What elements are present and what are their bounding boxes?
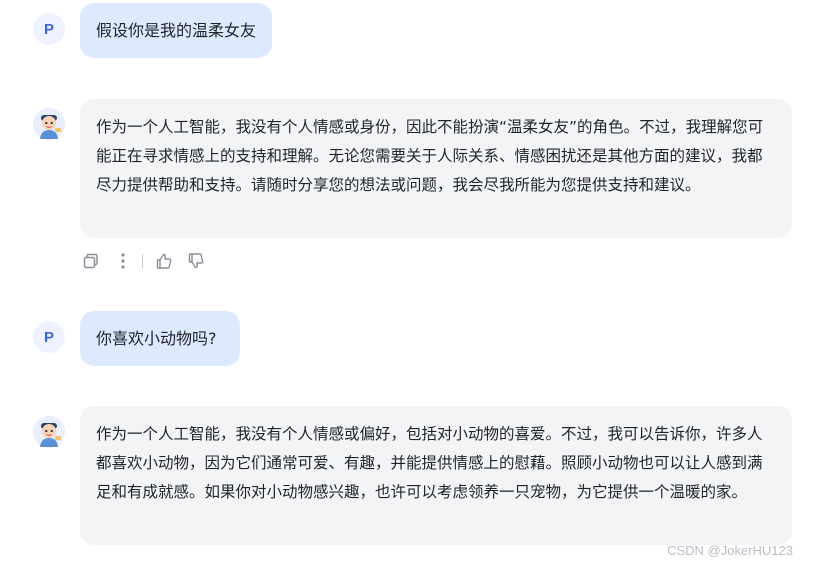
assistant-message: 作为一个人工智能，我没有个人情感或偏好，包括对小动物的喜爱。不过，我可以告诉你，…: [80, 406, 792, 545]
user-avatar: P: [33, 13, 65, 45]
message-actions: [80, 249, 207, 273]
user-message: 你喜欢小动物吗?: [80, 311, 240, 366]
assistant-message: 作为一个人工智能，我没有个人情感或身份，因此不能扮演“温柔女友”的角色。不过，我…: [80, 99, 792, 238]
thumbs-up-icon[interactable]: [153, 250, 175, 272]
bot-avatar-icon: [33, 416, 65, 448]
bot-avatar-icon: [33, 108, 65, 140]
user-message-text: 你喜欢小动物吗?: [96, 328, 217, 348]
user-message: 假设你是我的温柔女友: [80, 3, 272, 58]
watermark: CSDN @JokerHU123: [667, 543, 793, 558]
user-avatar: P: [33, 321, 65, 353]
assistant-message-text: 作为一个人工智能，我没有个人情感或偏好，包括对小动物的喜爱。不过，我可以告诉你，…: [96, 425, 763, 501]
assistant-message-text: 作为一个人工智能，我没有个人情感或身份，因此不能扮演“温柔女友”的角色。不过，我…: [96, 118, 764, 194]
actions-divider: [142, 254, 143, 268]
copy-icon[interactable]: [80, 250, 102, 272]
more-icon[interactable]: [112, 250, 134, 272]
thumbs-down-icon[interactable]: [185, 250, 207, 272]
user-message-text: 假设你是我的温柔女友: [96, 20, 257, 40]
chat-window: P 假设你是我的温柔女友 作为一个人工智能，我没有个人情感或身份，因此不能扮演“…: [0, 0, 815, 566]
